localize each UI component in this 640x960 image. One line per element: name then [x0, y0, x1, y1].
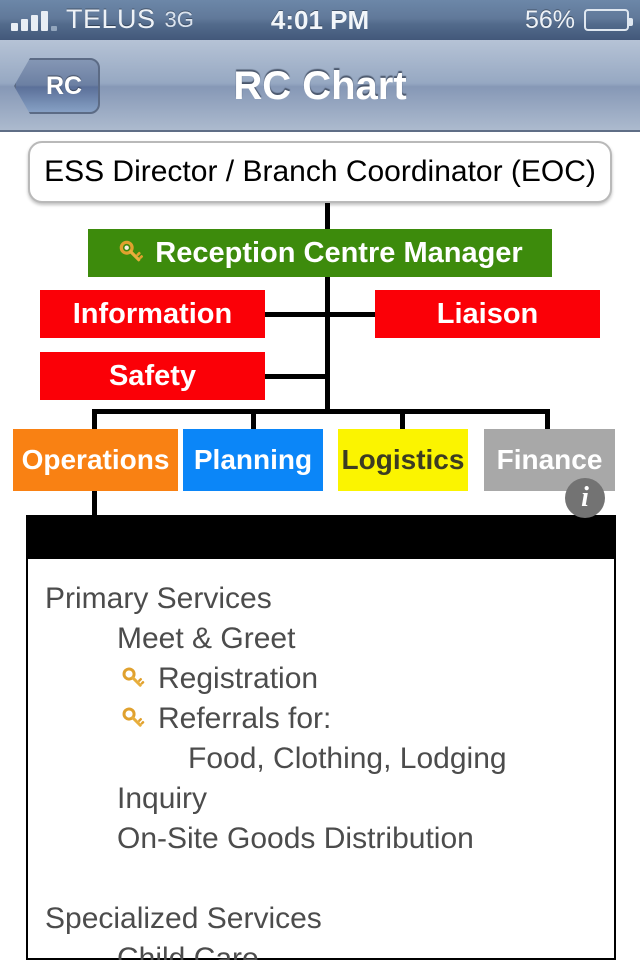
detail-item[interactable]: Primary Services	[28, 579, 614, 619]
node-ess-director-label: ESS Director / Branch Coordinator (EOC)	[44, 155, 596, 188]
connector-drop-finance	[545, 409, 550, 431]
node-information-label: Information	[72, 297, 233, 330]
node-safety-label: Safety	[108, 359, 197, 392]
detail-panel: Primary Services Meet & Greet Registration…	[26, 515, 616, 960]
connector-bus	[92, 409, 550, 414]
node-liaison[interactable]: Liaison	[375, 290, 600, 338]
node-planning[interactable]: Planning	[183, 429, 323, 491]
detail-item[interactable]: Meet & Greet	[28, 619, 614, 659]
status-bar-center: 4:01 PM	[0, 5, 640, 36]
connector-drop-operations	[92, 409, 97, 431]
battery-icon	[584, 9, 633, 31]
detail-item[interactable]: Specialized Services	[28, 899, 614, 939]
node-reception-centre-manager-label: Reception Centre Manager	[155, 236, 523, 269]
detail-item-spacer	[28, 859, 614, 899]
connector-drop-logistics	[400, 409, 405, 431]
key-icon	[120, 705, 148, 733]
app-screen: TELUS 3G 4:01 PM 56% RC RC Chart ESS Dir…	[0, 0, 640, 960]
connector-trunk-main	[325, 277, 330, 411]
detail-item[interactable]: Child Care	[28, 939, 614, 960]
node-finance-label: Finance	[496, 444, 603, 475]
info-icon-label: i	[581, 482, 589, 513]
node-ess-director[interactable]: ESS Director / Branch Coordinator (EOC)	[28, 141, 612, 203]
node-operations[interactable]: Operations	[13, 429, 178, 491]
connector-info-branch	[263, 312, 327, 317]
detail-item[interactable]: Food, Clothing, Lodging	[28, 739, 614, 779]
node-logistics-label: Logistics	[341, 444, 465, 475]
detail-item-label: Referrals for:	[158, 702, 332, 735]
detail-item[interactable]: Inquiry	[28, 779, 614, 819]
page-title: RC Chart	[233, 63, 407, 108]
key-icon	[120, 665, 148, 693]
org-chart: ESS Director / Branch Coordinator (EOC) …	[0, 132, 640, 518]
detail-item-label: Food, Clothing, Lodging	[188, 742, 507, 775]
node-reception-centre-manager[interactable]: Reception Centre Manager	[88, 229, 552, 277]
node-liaison-label: Liaison	[436, 297, 539, 330]
detail-item-label: On-Site Goods Distribution	[117, 822, 474, 855]
detail-item[interactable]: On-Site Goods Distribution	[28, 819, 614, 859]
connector-safety-branch	[263, 374, 327, 379]
connector-liaison-branch	[327, 312, 377, 317]
navigation-bar: RC RC Chart	[0, 40, 640, 132]
detail-item-label: Child Care	[117, 942, 259, 960]
detail-item-label: Registration	[158, 662, 319, 695]
detail-item-label: Specialized Services	[45, 902, 322, 935]
detail-panel-header	[28, 517, 614, 559]
clock-label: 4:01 PM	[270, 4, 370, 35]
detail-item-label: Meet & Greet	[117, 622, 296, 655]
connector-drop-planning	[251, 409, 256, 431]
node-operations-label: Operations	[21, 444, 170, 475]
key-icon	[117, 238, 147, 268]
connector-operations-to-panel	[92, 489, 97, 517]
node-logistics[interactable]: Logistics	[338, 429, 468, 491]
node-planning-label: Planning	[193, 444, 313, 475]
status-bar: TELUS 3G 4:01 PM 56%	[0, 0, 640, 40]
node-information[interactable]: Information	[40, 290, 265, 338]
detail-item-label: Primary Services	[45, 582, 272, 615]
info-icon[interactable]: i	[565, 478, 605, 518]
connector-trunk-top	[325, 203, 330, 229]
detail-item[interactable]: Referrals for:	[28, 699, 614, 739]
node-safety[interactable]: Safety	[40, 352, 265, 400]
detail-item-label: Inquiry	[117, 782, 208, 815]
detail-panel-body[interactable]: Primary Services Meet & Greet Registration…	[28, 559, 614, 960]
detail-item[interactable]: Registration	[28, 659, 614, 699]
